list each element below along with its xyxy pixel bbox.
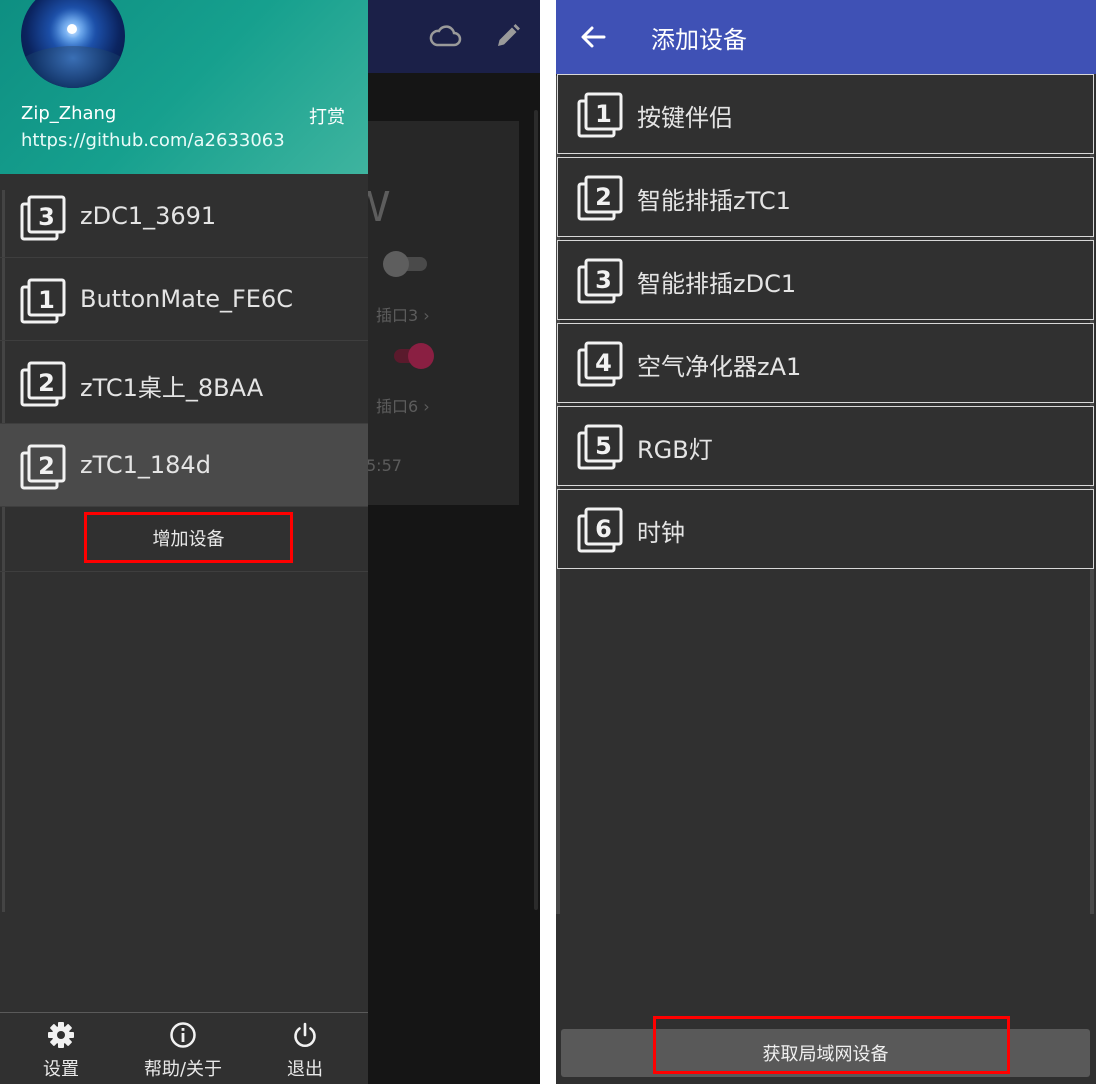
background-outlet6-label[interactable]: 插口6 › [376, 393, 430, 417]
device-type-label: 空气净化器zA1 [637, 353, 802, 381]
svg-text:4: 4 [595, 349, 612, 377]
svg-text:1: 1 [38, 286, 55, 314]
logout-label: 退出 [287, 1059, 323, 1080]
background-outlet3-label[interactable]: 插口3 › [376, 302, 430, 326]
device-item-selected[interactable]: 2 zTC1_184d [0, 424, 368, 507]
svg-text:1: 1 [595, 100, 612, 128]
user-name: Zip_Zhang [21, 103, 117, 124]
device-type-item[interactable]: 5 RGB灯 [557, 406, 1094, 486]
background-time-text: 5:57 [366, 456, 402, 475]
right-screen: 添加设备 1 按键伴侣 2 智能排插zTC1 3 智能排插zDC1 4 空气净化… [556, 0, 1096, 1084]
device-type-item[interactable]: 4 空气净化器zA1 [557, 323, 1094, 403]
device-item[interactable]: 1 ButtonMate_FE6C [0, 258, 368, 341]
device-type-2-icon: 2 [577, 175, 623, 221]
svg-text:2: 2 [38, 452, 55, 480]
info-icon [170, 1022, 196, 1048]
get-lan-devices-button[interactable]: 获取局域网设备 [561, 1029, 1090, 1077]
device-type-6-icon: 6 [577, 507, 623, 553]
svg-text:2: 2 [595, 183, 612, 211]
svg-text:6: 6 [595, 515, 612, 543]
app-bar: 添加设备 [556, 0, 1096, 74]
page-title: 添加设备 [651, 26, 747, 54]
left-screen: W 插口3 › 插口6 › 5:57 Zip_Zhang 打赏 https://… [0, 0, 540, 1084]
device-label: zTC1_184d [80, 451, 211, 479]
device-type-3-icon: 3 [20, 195, 66, 241]
avatar[interactable] [21, 0, 125, 88]
svg-text:3: 3 [38, 203, 55, 231]
device-item[interactable]: 3 zDC1_3691 [0, 175, 368, 258]
settings-button[interactable]: 设置 [0, 1013, 122, 1084]
drawer-bottom-nav: 设置 帮助/关于 退出 [0, 1012, 368, 1084]
gear-icon [48, 1022, 74, 1048]
svg-text:3: 3 [595, 266, 612, 294]
device-type-label: 时钟 [637, 519, 685, 547]
device-type-5-icon: 5 [577, 424, 623, 470]
help-about-label: 帮助/关于 [143, 1059, 223, 1080]
device-type-label: 智能排插zTC1 [637, 187, 791, 215]
device-type-4-icon: 4 [577, 341, 623, 387]
device-type-label: 按键伴侣 [637, 104, 733, 132]
power-icon [294, 1022, 316, 1047]
device-label: zDC1_3691 [80, 202, 217, 230]
back-arrow-icon[interactable] [578, 22, 608, 52]
device-item[interactable]: 2 zTC1桌上_8BAA [0, 341, 368, 424]
device-type-item[interactable]: 3 智能排插zDC1 [557, 240, 1094, 320]
cloud-icon[interactable] [428, 22, 462, 50]
device-type-item[interactable]: 2 智能排插zTC1 [557, 157, 1094, 237]
device-type-label: RGB灯 [637, 436, 713, 464]
device-type-item[interactable]: 1 按键伴侣 [557, 74, 1094, 154]
device-type-1-icon: 1 [20, 278, 66, 324]
add-device-button[interactable]: 增加设备 [84, 512, 293, 563]
device-label: zTC1桌上_8BAA [80, 374, 264, 402]
logout-button[interactable]: 退出 [244, 1013, 366, 1084]
svg-text:5: 5 [595, 432, 612, 460]
device-type-2-icon: 2 [20, 361, 66, 407]
device-label: ButtonMate_FE6C [80, 285, 293, 313]
device-type-2-icon: 2 [20, 444, 66, 490]
device-type-item[interactable]: 6 时钟 [557, 489, 1094, 569]
user-github-link[interactable]: https://github.com/a2633063 [21, 130, 285, 151]
device-type-label: 智能排插zDC1 [637, 270, 797, 298]
drawer-header: Zip_Zhang 打赏 https://github.com/a2633063 [0, 0, 368, 174]
help-about-button[interactable]: 帮助/关于 [122, 1013, 244, 1084]
navigation-drawer: Zip_Zhang 打赏 https://github.com/a2633063… [0, 0, 368, 1084]
background-scrollbar [534, 110, 538, 910]
pencil-icon[interactable] [494, 22, 522, 50]
background-switch-on[interactable] [394, 343, 438, 369]
device-type-1-icon: 1 [577, 92, 623, 138]
svg-text:2: 2 [38, 369, 55, 397]
settings-label: 设置 [43, 1059, 79, 1080]
tip-button[interactable]: 打赏 [309, 103, 345, 129]
background-switch-off[interactable] [383, 251, 427, 277]
device-type-3-icon: 3 [577, 258, 623, 304]
